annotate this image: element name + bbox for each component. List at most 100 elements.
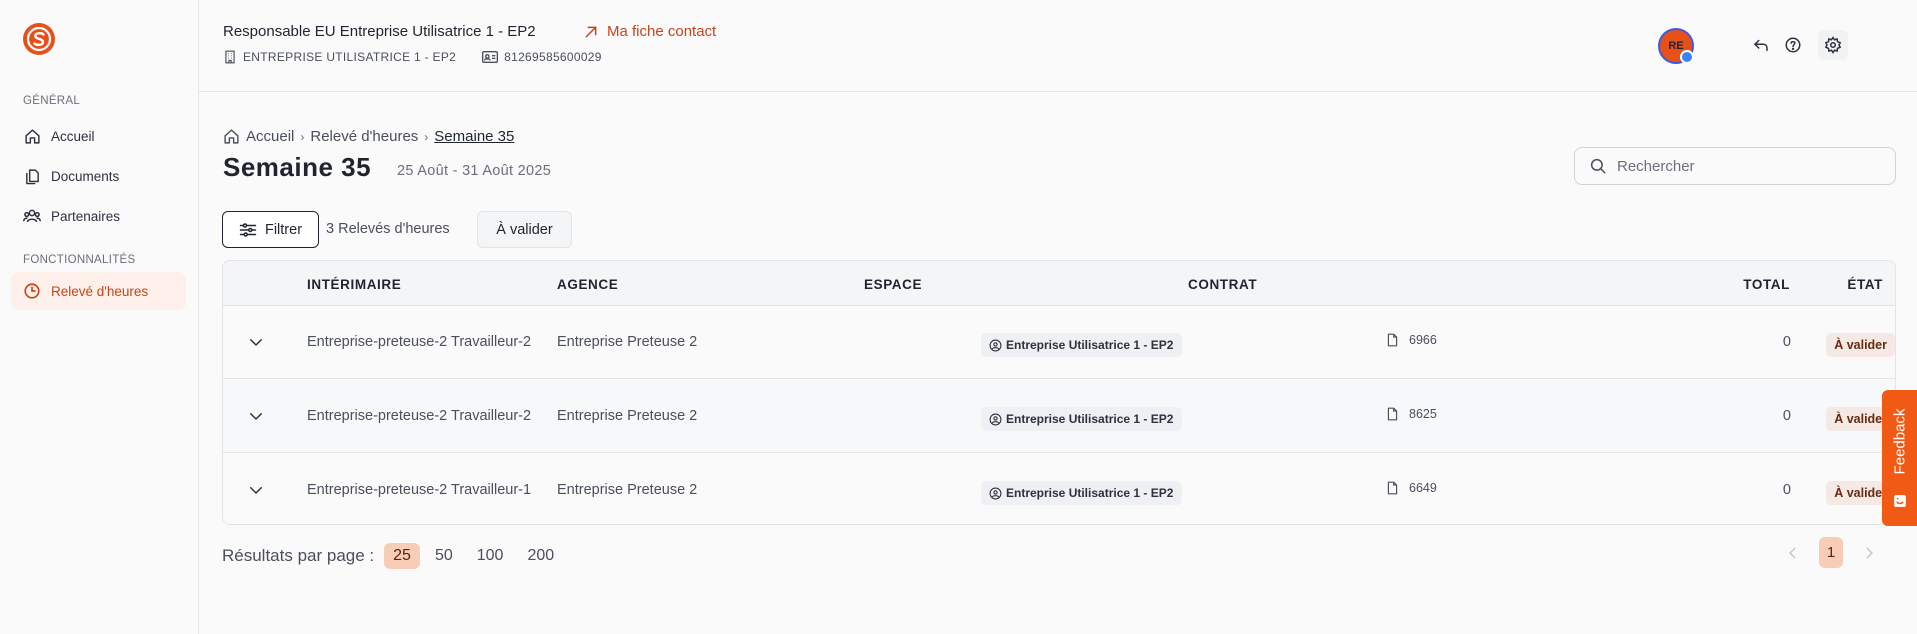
- help-icon: [1785, 37, 1801, 53]
- search-input[interactable]: [1617, 157, 1877, 175]
- pagination: 1: [1781, 537, 1881, 568]
- search-icon: [1590, 158, 1606, 174]
- page-title: Semaine 35: [223, 152, 372, 182]
- table-row[interactable]: Entreprise-preteuse-2 Travailleur-1 Entr…: [223, 454, 1895, 524]
- sidebar-item-accueil[interactable]: Accueil: [11, 117, 186, 155]
- breadcrumb-releve[interactable]: Relevé d'heures: [310, 128, 418, 145]
- chevron-down-icon: [250, 487, 262, 495]
- help-button[interactable]: [1778, 30, 1808, 60]
- company-info: ENTREPRISE UTILISATRICE 1 - EP2 81269585…: [223, 50, 602, 64]
- home-icon: [23, 127, 41, 145]
- sidebar: GÉNÉRAL Accueil Documents Partenaires FO…: [0, 0, 199, 634]
- user-circle-icon: [989, 413, 1002, 425]
- sidebar-item-label: Partenaires: [51, 208, 121, 224]
- filter-button[interactable]: Filtrer: [222, 211, 319, 248]
- avatar-status-badge: [1680, 50, 1694, 64]
- results-per-page-label: Résultats par page :: [222, 546, 375, 565]
- home-icon: [224, 129, 239, 144]
- column-etat: ÉTAT: [1847, 277, 1883, 292]
- user-circle-icon: [989, 487, 1002, 499]
- breadcrumb-accueil[interactable]: Accueil: [246, 128, 294, 145]
- filter-button-label: Filtrer: [264, 221, 303, 238]
- per-page-option-50[interactable]: 50: [426, 543, 462, 569]
- table-header: INTÉRIMAIRE AGENCE ESPACE CONTRAT TOTAL …: [223, 261, 1895, 306]
- table-row[interactable]: Entreprise-preteuse-2 Travailleur-2 Entr…: [223, 380, 1895, 453]
- siret-number: 81269585600029: [504, 50, 602, 64]
- app-logo[interactable]: [22, 22, 56, 56]
- sidebar-item-label: Accueil: [51, 128, 95, 144]
- cell-agence: Entreprise Preteuse 2: [557, 334, 698, 350]
- expand-row-button[interactable]: [245, 405, 267, 427]
- prev-page-button[interactable]: [1781, 538, 1805, 568]
- results-per-page: Résultats par page : 25 50 100 200: [222, 543, 563, 569]
- chevron-left-icon: [1789, 547, 1796, 558]
- column-interimaire: INTÉRIMAIRE: [307, 277, 402, 292]
- cell-total: 0: [1782, 408, 1791, 424]
- undo-button[interactable]: [1746, 30, 1776, 60]
- clock-icon: [23, 282, 41, 300]
- page-number-current[interactable]: 1: [1819, 537, 1843, 568]
- section-features: FONCTIONNALITÉS: [23, 254, 136, 266]
- sidebar-item-releve-heures[interactable]: Relevé d'heures: [11, 272, 186, 310]
- sliders-icon: [239, 222, 257, 237]
- breadcrumb: Accueil › Relevé d'heures › Semaine 35: [223, 128, 514, 145]
- undo-icon: [1753, 39, 1768, 51]
- sidebar-item-label: Documents: [51, 168, 120, 184]
- per-page-option-100[interactable]: 100: [468, 543, 513, 569]
- contract-ref[interactable]: 6649: [1386, 481, 1437, 495]
- gear-icon: [1824, 36, 1842, 54]
- user-circle-icon: [989, 339, 1002, 351]
- file-icon: [1387, 481, 1398, 495]
- user-title: Responsable EU Entreprise Utilisatrice 1…: [223, 23, 536, 40]
- per-page-option-25[interactable]: 25: [384, 543, 420, 569]
- status-badge: À valider: [1826, 333, 1895, 357]
- settings-button[interactable]: [1818, 30, 1848, 60]
- cell-total: 0: [1782, 482, 1791, 498]
- sidebar-item-label: Relevé d'heures: [51, 283, 149, 299]
- espace-label: Entreprise Utilisatrice 1 - EP2: [1006, 338, 1174, 352]
- column-total: TOTAL: [1743, 277, 1790, 292]
- table-row[interactable]: Entreprise-preteuse-2 Travailleur-2 Entr…: [223, 306, 1895, 379]
- sidebar-item-documents[interactable]: Documents: [11, 157, 186, 195]
- documents-icon: [23, 167, 41, 185]
- expand-row-button[interactable]: [245, 331, 267, 353]
- chevron-right-icon: ›: [300, 129, 305, 144]
- breadcrumb-current[interactable]: Semaine 35: [434, 128, 514, 145]
- espace-badge: Entreprise Utilisatrice 1 - EP2: [981, 333, 1183, 357]
- chevron-down-icon: [250, 339, 262, 347]
- contract-number: 8625: [1409, 407, 1437, 421]
- arrow-up-right-icon: [585, 26, 597, 37]
- column-agence: AGENCE: [557, 277, 619, 292]
- column-contrat: CONTRAT: [1188, 277, 1258, 292]
- feedback-tab[interactable]: Feedback: [1882, 390, 1917, 526]
- search-box[interactable]: [1574, 147, 1896, 185]
- column-espace: ESPACE: [864, 277, 923, 292]
- page-date-range: 25 Août - 31 Août 2025: [397, 163, 552, 179]
- espace-badge: Entreprise Utilisatrice 1 - EP2: [981, 481, 1183, 505]
- timesheets-table: INTÉRIMAIRE AGENCE ESPACE CONTRAT TOTAL …: [222, 260, 1896, 525]
- cell-interimaire: Entreprise-preteuse-2 Travailleur-2: [307, 408, 532, 424]
- cell-agence: Entreprise Preteuse 2: [557, 482, 698, 498]
- company-name: ENTREPRISE UTILISATRICE 1 - EP2: [243, 50, 457, 64]
- espace-label: Entreprise Utilisatrice 1 - EP2: [1006, 486, 1174, 500]
- sidebar-item-partenaires[interactable]: Partenaires: [11, 197, 186, 235]
- chevron-down-icon: [250, 413, 262, 421]
- status-filter-chip[interactable]: À valider: [477, 211, 572, 248]
- contact-link-label: Ma fiche contact: [607, 23, 717, 40]
- contract-ref[interactable]: 6966: [1386, 333, 1437, 347]
- per-page-option-200[interactable]: 200: [518, 543, 563, 569]
- next-page-button[interactable]: [1857, 538, 1881, 568]
- feedback-label: Feedback: [1891, 408, 1908, 474]
- cell-interimaire: Entreprise-preteuse-2 Travailleur-1: [307, 482, 532, 498]
- results-count: 3 Relevés d'heures: [326, 221, 450, 237]
- expand-row-button[interactable]: [245, 479, 267, 501]
- contract-ref[interactable]: 8625: [1386, 407, 1437, 421]
- section-general: GÉNÉRAL: [23, 95, 81, 107]
- building-icon: [225, 50, 235, 64]
- contract-number: 6966: [1409, 333, 1437, 347]
- contact-link[interactable]: Ma fiche contact: [583, 23, 716, 40]
- cell-agence: Entreprise Preteuse 2: [557, 408, 698, 424]
- chevron-right-icon: [1866, 547, 1873, 558]
- feedback-smile-icon: [1893, 495, 1906, 507]
- file-icon: [1387, 407, 1398, 421]
